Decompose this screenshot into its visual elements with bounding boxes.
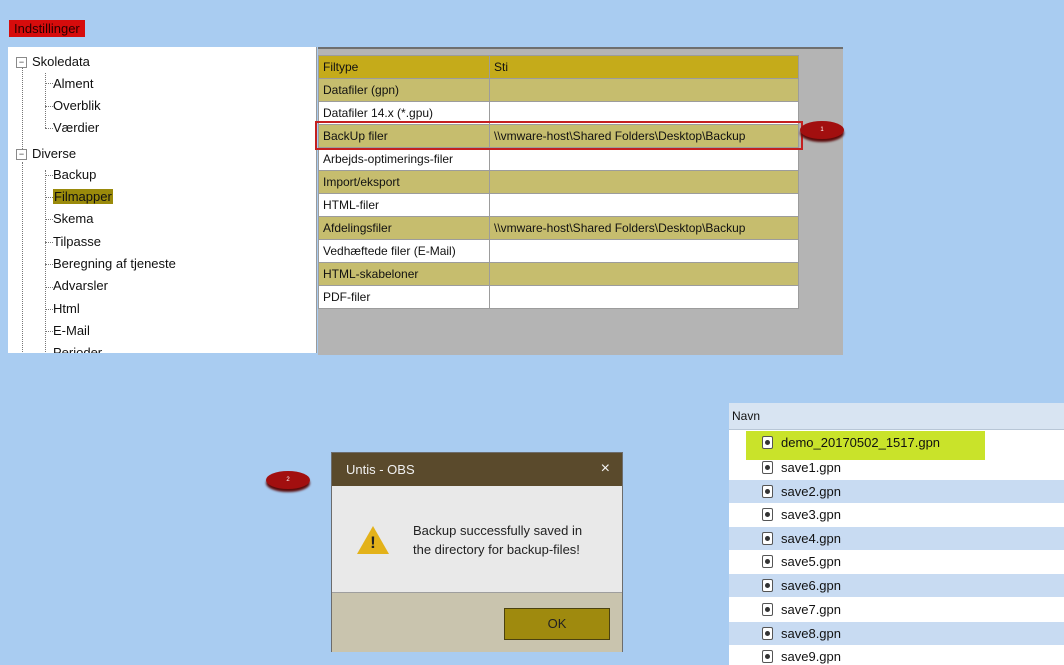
file-name: save9.gpn	[781, 649, 841, 664]
grid-row[interactable]: Import/eksport	[318, 170, 799, 194]
collapse-icon[interactable]: −	[16, 149, 27, 160]
step-marker-1: 1	[800, 121, 844, 139]
warning-icon-mark: !	[370, 533, 376, 552]
tree-node-backup[interactable]: Backup	[53, 167, 96, 183]
tree-node-overblik[interactable]: Overblik	[53, 98, 101, 114]
tree-node-alment[interactable]: Alment	[53, 76, 93, 92]
file-item[interactable]: save8.gpn	[729, 622, 1064, 645]
file-list-header[interactable]: Navn	[729, 403, 1064, 430]
tree-node-skema[interactable]: Skema	[53, 211, 93, 227]
tree-node-perioder[interactable]: Perioder	[53, 345, 102, 353]
file-item[interactable]: save1.gpn	[729, 456, 1064, 479]
grid-cell-path[interactable]: \\vmware-host\Shared Folders\Desktop\Bac…	[489, 216, 799, 240]
ok-button[interactable]: OK	[504, 608, 610, 640]
file-item[interactable]: save3.gpn	[729, 503, 1064, 526]
obs-dialog: Untis - OBS × ! Backup successfully save…	[331, 452, 623, 652]
tree-node-html[interactable]: Html	[53, 301, 80, 317]
tree-node-advarsler[interactable]: Advarsler	[53, 278, 108, 294]
file-icon	[762, 461, 773, 474]
file-icon	[762, 603, 773, 616]
tree-connector	[45, 73, 46, 128]
file-item[interactable]: save4.gpn	[729, 527, 1064, 550]
file-icon	[762, 508, 773, 521]
file-name: demo_20170502_1517.gpn	[781, 435, 941, 450]
grid-cell-filetype[interactable]: HTML-filer	[318, 193, 490, 217]
grid-cell-filetype[interactable]: Import/eksport	[318, 170, 490, 194]
file-name: save2.gpn	[781, 484, 841, 499]
file-icon	[762, 650, 773, 663]
file-item[interactable]: save5.gpn	[729, 550, 1064, 573]
grid-cell-filetype[interactable]: Arbejds-optimerings-filer	[318, 147, 490, 171]
file-item[interactable]: save9.gpn	[729, 645, 1064, 665]
column-header-filtype[interactable]: Filtype	[318, 55, 490, 79]
column-header-navn: Navn	[732, 409, 761, 423]
dialog-title: Untis - OBS	[346, 462, 415, 477]
file-name: save7.gpn	[781, 602, 841, 617]
grid-row[interactable]: HTML-filer	[318, 193, 799, 217]
tree-node-email[interactable]: E-Mail	[53, 323, 90, 339]
file-icon	[762, 555, 773, 568]
settings-title: Indstillinger	[9, 20, 85, 37]
grid-cell-filetype[interactable]: Afdelingsfiler	[318, 216, 490, 240]
collapse-icon[interactable]: −	[16, 57, 27, 68]
dialog-message: Backup successfully saved in the directo…	[413, 521, 582, 559]
step-marker-2: 2	[266, 471, 310, 489]
backup-row-highlight	[315, 121, 803, 150]
file-name: save5.gpn	[781, 554, 841, 569]
tree-connector	[22, 162, 23, 353]
grid-cell-path[interactable]	[489, 262, 799, 286]
grid-row[interactable]: PDF-filer	[318, 285, 799, 309]
grid-cell-path[interactable]	[489, 147, 799, 171]
file-icon	[762, 436, 773, 449]
grid-row[interactable]: HTML-skabeloner	[318, 262, 799, 286]
file-name: save3.gpn	[781, 507, 841, 522]
grid-row[interactable]: Vedhæftede filer (E-Mail)	[318, 239, 799, 263]
file-name: save8.gpn	[781, 626, 841, 641]
grid-cell-path[interactable]	[489, 285, 799, 309]
grid-cell-filetype[interactable]: HTML-skabeloner	[318, 262, 490, 286]
tree-connector	[22, 65, 23, 153]
grid-cell-path[interactable]	[489, 239, 799, 263]
grid-cell-filetype[interactable]: PDF-filer	[318, 285, 490, 309]
grid-row[interactable]: Datafiler (gpn)	[318, 78, 799, 102]
tree-node-skoledata[interactable]: − Skoledata	[16, 54, 90, 70]
grid-cell-filetype[interactable]: Datafiler (gpn)	[318, 78, 490, 102]
grid-row[interactable]: Afdelingsfiler \\vmware-host\Shared Folde…	[318, 216, 799, 240]
file-item-demo[interactable]: demo_20170502_1517.gpn	[729, 431, 1064, 460]
grid-cell-filetype[interactable]: Vedhæftede filer (E-Mail)	[318, 239, 490, 263]
file-item[interactable]: save6.gpn	[729, 574, 1064, 597]
grid-cell-path[interactable]	[489, 170, 799, 194]
file-icon	[762, 627, 773, 640]
column-header-sti[interactable]: Sti	[489, 55, 799, 79]
tree-node-beregning[interactable]: Beregning af tjeneste	[53, 256, 176, 272]
file-list: Navn demo_20170502_1517.gpn save1.gpn sa…	[729, 403, 1064, 665]
tree-node-vaerdier[interactable]: Værdier	[53, 120, 99, 136]
tree-node-filmapper[interactable]: Filmapper	[53, 189, 113, 205]
dialog-message-line: Backup successfully saved in	[413, 523, 583, 538]
file-icon	[762, 485, 773, 498]
file-name: save1.gpn	[781, 460, 841, 475]
file-icon	[762, 532, 773, 545]
file-name: save6.gpn	[781, 578, 841, 593]
tree-node-tilpasse[interactable]: Tilpasse	[53, 234, 101, 250]
grid-cell-path[interactable]	[489, 78, 799, 102]
grid-row[interactable]: Arbejds-optimerings-filer	[318, 147, 799, 171]
close-icon[interactable]: ×	[601, 460, 610, 478]
file-paths-grid: Filtype Sti Datafiler (gpn) Datafiler 14…	[318, 47, 843, 355]
dialog-titlebar[interactable]: Untis - OBS ×	[332, 453, 622, 486]
tree-node-diverse[interactable]: − Diverse	[16, 146, 76, 162]
file-item[interactable]: save7.gpn	[729, 598, 1064, 621]
dialog-message-line: the directory for backup-files!	[413, 542, 580, 557]
grid-header-row: Filtype Sti	[318, 55, 799, 79]
file-icon	[762, 579, 773, 592]
grid-cell-path[interactable]	[489, 193, 799, 217]
file-item[interactable]: save2.gpn	[729, 480, 1064, 503]
file-name: save4.gpn	[781, 531, 841, 546]
settings-tree: − Skoledata Alment Overblik Værdier − Dive…	[8, 47, 317, 353]
